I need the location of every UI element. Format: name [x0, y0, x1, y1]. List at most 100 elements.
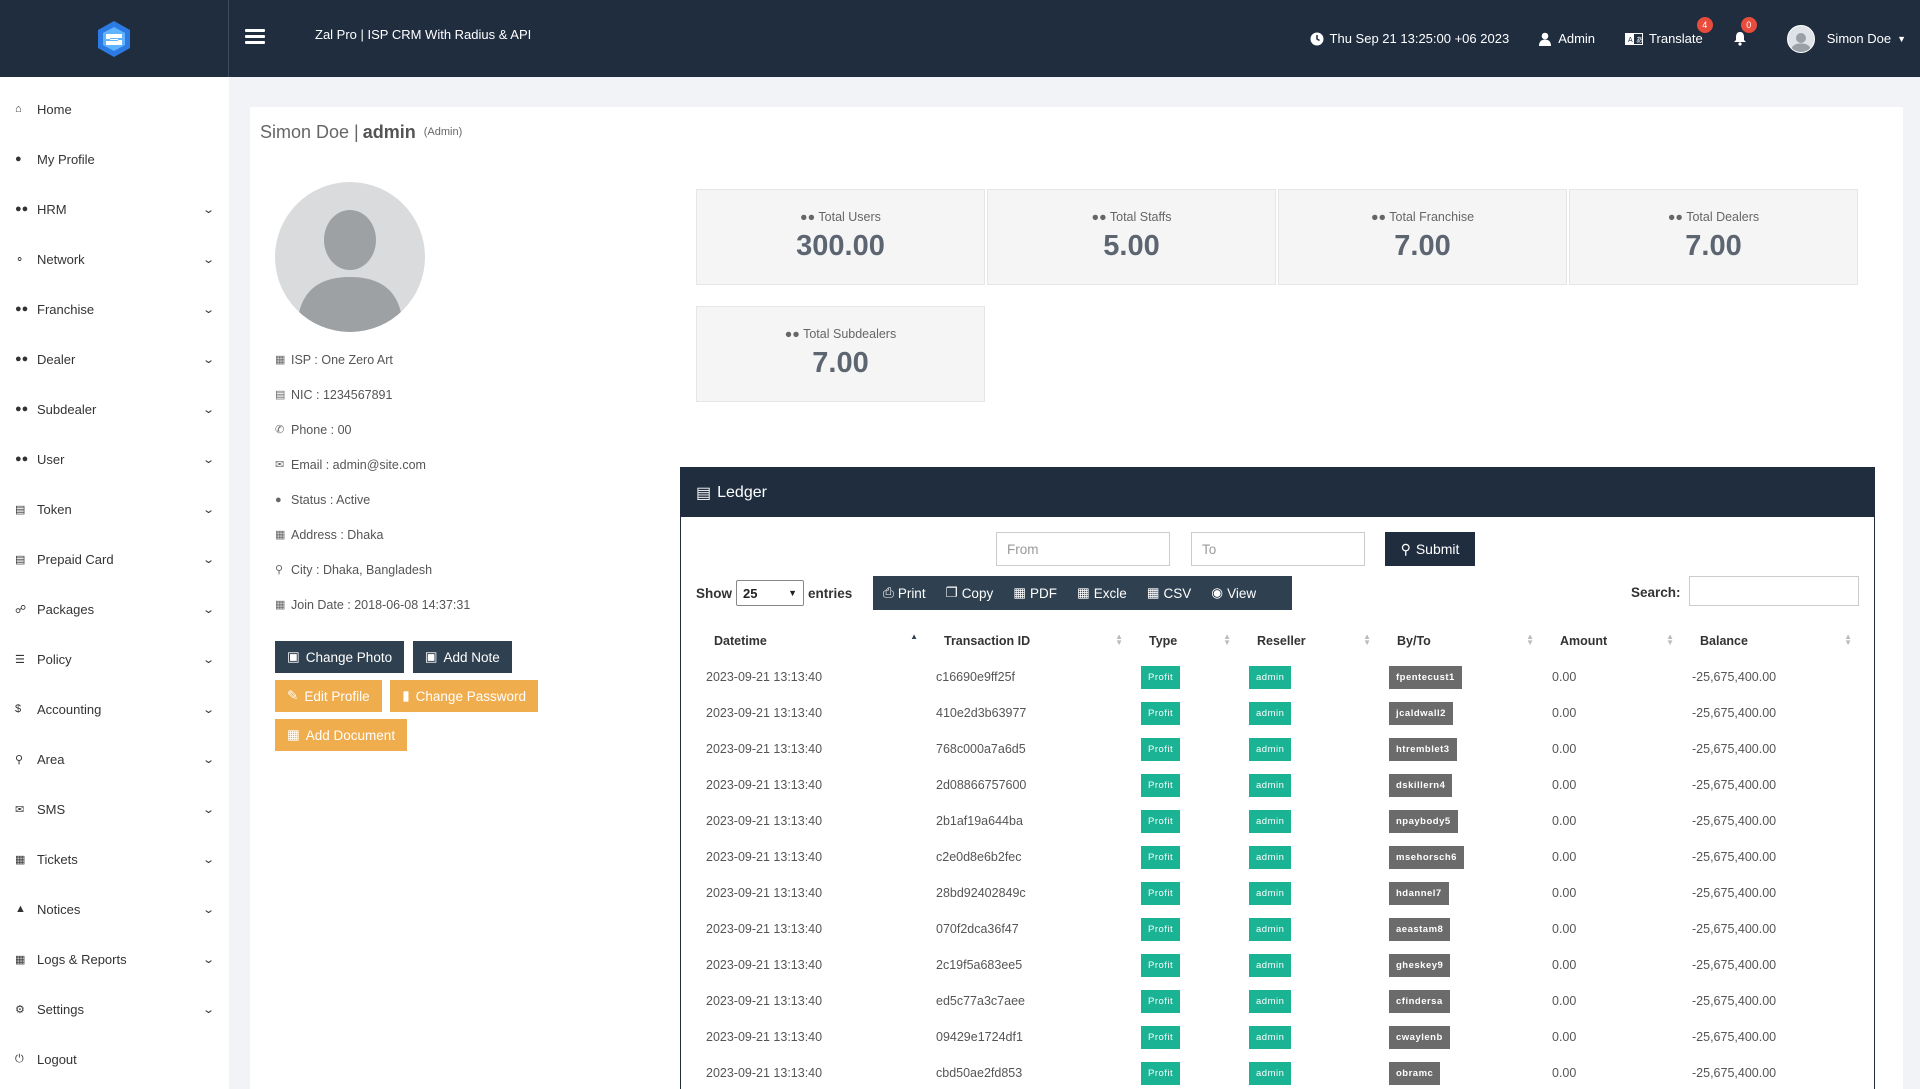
cell-balance: -25,675,400.00 — [1692, 850, 1777, 864]
map-marker-icon: ⚲ — [275, 564, 284, 576]
by-to-badge: jcaldwall2 — [1389, 701, 1453, 725]
change-password-button[interactable]: ▮ Change Password — [390, 680, 538, 712]
info-join-date: ▦ Join Date : 2018-06-08 14:37:31 — [275, 587, 555, 622]
sidebar-item-policy[interactable]: ☰ Policy ⌄ — [0, 634, 229, 684]
csv-button[interactable]: ▦ CSV — [1137, 576, 1202, 610]
notifications-button[interactable]: 0 — [1733, 17, 1757, 46]
chevron-down-icon: ⌄ — [201, 1003, 215, 1016]
sidebar-item-notices[interactable]: ▲ Notices ⌄ — [0, 884, 229, 934]
type-badge: Profit — [1141, 809, 1181, 833]
add-note-button[interactable]: ▣ Add Note — [412, 641, 512, 673]
sidebar-item-settings[interactable]: ⚙ Settings ⌄ — [0, 984, 229, 1034]
column-header-datetime[interactable]: Datetime ▲ — [696, 623, 926, 659]
column-visibility-button[interactable]: ◉ View — [1201, 576, 1266, 610]
users-icon: ●● — [1370, 210, 1390, 224]
cell-type: Profit — [1131, 803, 1239, 839]
translate-label: Translate — [1649, 31, 1703, 46]
from-date-input[interactable]: From — [996, 532, 1170, 566]
cell-balance: -25,675,400.00 — [1692, 886, 1777, 900]
cell-amount: 0.00 — [1552, 886, 1577, 900]
cell-by-to: cwaylenb — [1379, 1019, 1542, 1055]
sidebar-item-my-profile[interactable]: ● My Profile — [0, 134, 229, 184]
copy-button[interactable]: ❐ Copy — [936, 576, 1004, 610]
sort-icon: ▲ ▼ — [1666, 632, 1674, 647]
stat-label: Total Users — [818, 210, 881, 224]
sidebar-item-packages[interactable]: ☍ Packages ⌄ — [0, 584, 229, 634]
cell-transaction-id: 768c000a7a6d5 — [936, 742, 1026, 756]
add-document-button[interactable]: ▦ Add Document — [275, 719, 408, 751]
sort-asc-icon: ▲ — [910, 632, 918, 641]
type-badge: Profit — [1141, 701, 1181, 725]
pdf-button[interactable]: ▦ PDF — [1003, 576, 1067, 610]
to-date-input[interactable]: To — [1191, 532, 1365, 566]
cell-transaction-id: 070f2dca36f47 — [936, 922, 1019, 936]
cell-amount: 0.00 — [1552, 742, 1577, 756]
sidebar-item-network[interactable]: ⚬ Network ⌄ — [0, 234, 229, 284]
cell-amount: 0.00 — [1552, 778, 1577, 792]
ledger-table-body: 2023-09-21 13:13:40 c16690e9ff25f Profit ad… — [696, 659, 1860, 1089]
cell-by-to: msehorsch6 — [1379, 839, 1542, 875]
users-icon: ●● — [15, 403, 29, 415]
chevron-down-icon: ⌄ — [201, 253, 215, 266]
column-label: Transaction ID — [944, 634, 1031, 648]
csv-label: CSV — [1163, 585, 1192, 601]
admin-link[interactable]: Admin — [1539, 31, 1595, 46]
chevron-down-icon: ⌄ — [201, 203, 215, 216]
calendar-icon: ▦ — [275, 599, 286, 611]
sidebar-item-dealer[interactable]: ●● Dealer ⌄ — [0, 334, 229, 384]
excel-button[interactable]: ▦ Excle — [1067, 576, 1137, 610]
reseller-badge: admin — [1249, 881, 1292, 905]
column-header-type[interactable]: Type ▲ ▼ — [1131, 623, 1239, 659]
cell-datetime: 2023-09-21 13:13:40 — [706, 886, 823, 900]
sidebar-item-subdealer[interactable]: ●● Subdealer ⌄ — [0, 384, 229, 434]
type-badge: Profit — [1141, 1025, 1181, 1049]
cell-datetime: 2023-09-21 13:13:40 — [706, 1030, 823, 1044]
sidebar-item-hrm[interactable]: ●● HRM ⌄ — [0, 184, 229, 234]
table-row: 2023-09-21 13:13:40 09429e1724df1 Profit ad… — [696, 1019, 1860, 1055]
entries-select[interactable]: 25 ▼ — [736, 580, 804, 606]
column-header-by-to[interactable]: By/To ▲ ▼ — [1379, 623, 1542, 659]
list-icon: ☰ — [15, 653, 25, 666]
sidebar-item-tickets[interactable]: ▦ Tickets ⌄ — [0, 834, 229, 884]
reseller-badge: admin — [1249, 773, 1292, 797]
info-nic-text: NIC : 1234567891 — [291, 387, 393, 402]
cell-datetime: 2023-09-21 13:13:40 — [706, 958, 823, 972]
edit-profile-label: Edit Profile — [304, 688, 370, 704]
print-button[interactable]: ⎙ Print — [873, 576, 936, 610]
sidebar-item-logout[interactable]: ⏻ Logout — [0, 1034, 229, 1084]
file-csv-icon: ▦ — [1146, 585, 1160, 600]
translate-button[interactable]: Aあ Translate 4 — [1625, 17, 1713, 46]
column-header-balance[interactable]: Balance ▲ ▼ — [1682, 623, 1860, 659]
change-photo-button[interactable]: ▣ Change Photo — [275, 641, 405, 673]
cell-balance: -25,675,400.00 — [1692, 994, 1777, 1008]
search-input[interactable] — [1689, 576, 1859, 606]
app-title: Zal Pro | ISP CRM With Radius & API — [315, 27, 532, 42]
menu-toggle-icon[interactable] — [245, 26, 265, 48]
cell-datetime: 2023-09-21 13:13:40 — [706, 922, 823, 936]
app-logo[interactable] — [0, 0, 229, 77]
sidebar-item-logs-reports[interactable]: ▦ Logs & Reports ⌄ — [0, 934, 229, 984]
sidebar-item-token[interactable]: ▤ Token ⌄ — [0, 484, 229, 534]
sidebar-item-area[interactable]: ⚲ Area ⌄ — [0, 734, 229, 784]
sidebar-item-sms[interactable]: ✉ SMS ⌄ — [0, 784, 229, 834]
ledger-header: ▤ Ledger — [681, 468, 1874, 517]
edit-profile-button[interactable]: ✎ Edit Profile — [275, 680, 382, 712]
sidebar-item-franchise[interactable]: ●● Franchise ⌄ — [0, 284, 229, 334]
profile-info-list: ▦ ISP : One Zero Art ▤ NIC : 1234567891 ✆ P… — [275, 342, 555, 622]
sidebar-item-user[interactable]: ●● User ⌄ — [0, 434, 229, 484]
cell-transaction-id: 09429e1724df1 — [936, 1030, 1023, 1044]
cell-transaction-id: 2c19f5a683ee5 — [936, 958, 1023, 972]
column-header-reseller[interactable]: Reseller ▲ ▼ — [1239, 623, 1379, 659]
table-row: 2023-09-21 13:13:40 ed5c77a3c7aee Profit ad… — [696, 983, 1860, 1019]
sidebar-item-prepaid-card[interactable]: ▤ Prepaid Card ⌄ — [0, 534, 229, 584]
sidebar-item-accounting[interactable]: $ Accounting ⌄ — [0, 684, 229, 734]
cell-by-to: htremblet3 — [1379, 731, 1542, 767]
cell-amount: 0.00 — [1552, 922, 1577, 936]
sidebar-item-home[interactable]: ⌂ Home — [0, 84, 229, 134]
cell-type: Profit — [1131, 731, 1239, 767]
column-header-transaction-id[interactable]: Transaction ID ▲ ▼ — [926, 623, 1131, 659]
submit-button[interactable]: ⚲ Submit — [1385, 532, 1475, 566]
copy-label: Copy — [961, 585, 994, 601]
user-menu[interactable]: Simon Doe ▼ — [1786, 24, 1906, 53]
column-header-amount[interactable]: Amount ▲ ▼ — [1542, 623, 1682, 659]
